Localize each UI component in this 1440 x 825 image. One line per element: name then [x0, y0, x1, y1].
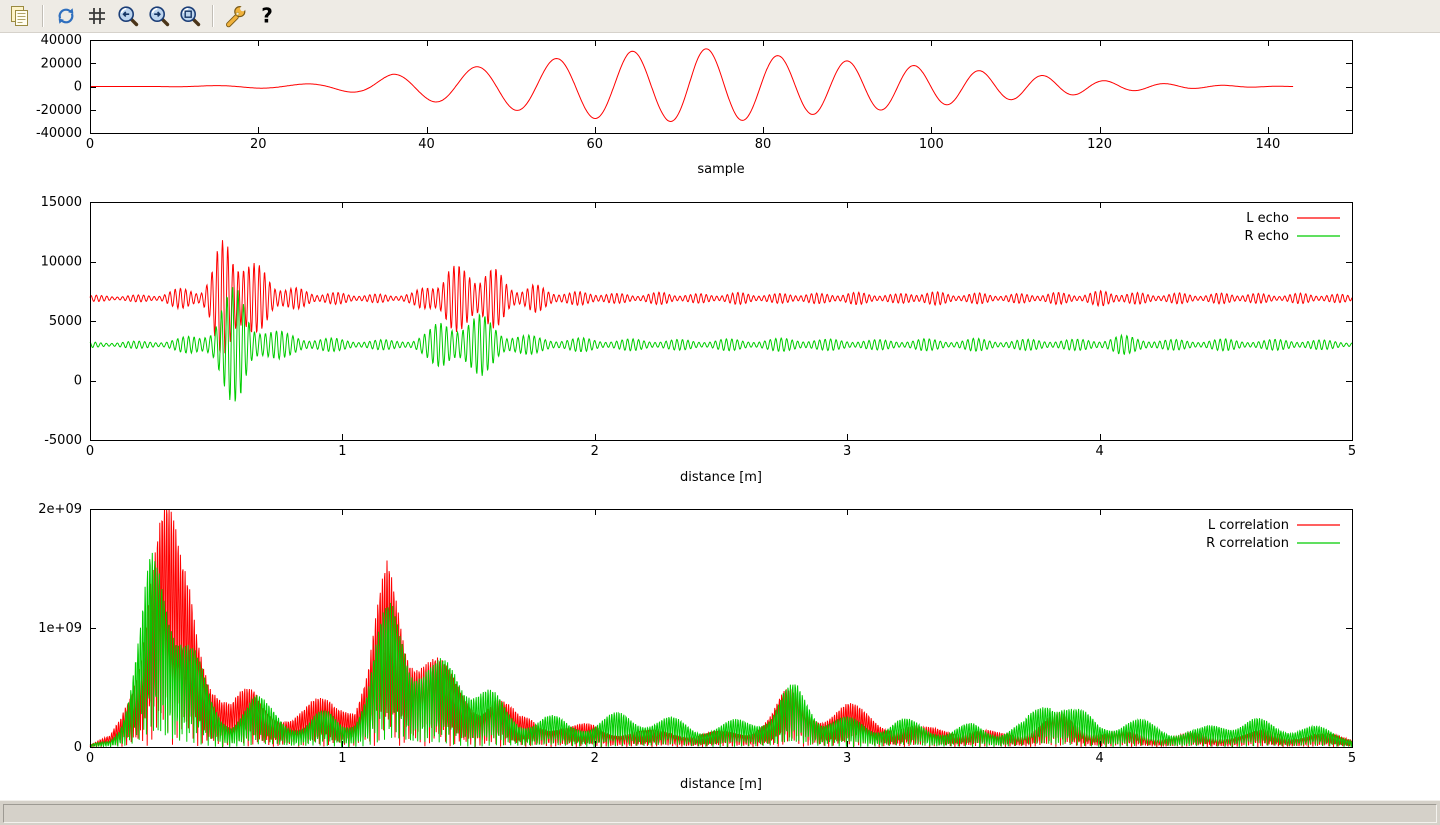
series-l-echo	[90, 240, 1352, 353]
autoscale-button[interactable]	[176, 2, 204, 30]
x-tick-label: 1	[338, 444, 346, 459]
plot-border	[91, 203, 1353, 441]
toolbar: ?	[0, 0, 1440, 33]
series-r-echo	[90, 287, 1352, 401]
x-tick-label: 2	[591, 444, 599, 459]
echo-chart[interactable]: 0 1 2 3 4 5 -5000 0 5000 10000 15000 distance [m] L …	[0, 191, 1440, 498]
configure-button[interactable]	[222, 2, 250, 30]
x-tick-label: 0	[86, 751, 94, 766]
wrench-icon	[224, 4, 248, 28]
autoscale-icon	[178, 4, 202, 28]
series-r-correlation	[90, 553, 1352, 747]
x-tick-label: 20	[250, 137, 267, 152]
x-tick-label: 100	[919, 137, 944, 152]
toolbar-separator	[212, 5, 214, 27]
svg-text:?: ?	[261, 4, 273, 28]
correlation-chart[interactable]: 0 1 2 3 4 5 0 1e+09 2e+09 distance [m] L correlati…	[0, 498, 1440, 800]
x-tick-label: 3	[843, 751, 851, 766]
replot-icon	[54, 4, 78, 28]
signal-chart[interactable]: 0 20 40 60 80 100 120 140 -40000 -20000 0 20000 4000…	[0, 33, 1440, 191]
x-tick-label: 5	[1348, 444, 1356, 459]
plot-border	[91, 510, 1353, 748]
y-tick-label: 1e+09	[38, 621, 82, 636]
x-tick-label: 5	[1348, 751, 1356, 766]
y-tick-label: 5000	[49, 314, 82, 329]
y-tick-label: 10000	[41, 255, 82, 270]
x-tick-label: 0	[86, 444, 94, 459]
x-tick-label: 2	[591, 751, 599, 766]
legend-label: R echo	[1244, 229, 1289, 244]
x-tick-label: 60	[587, 137, 604, 152]
legend-label: L echo	[1246, 211, 1289, 226]
x-tick-label: 3	[843, 444, 851, 459]
copy-to-clipboard-icon	[8, 4, 32, 28]
x-axis-label: distance [m]	[680, 777, 762, 792]
toolbar-separator	[42, 5, 44, 27]
y-tick-label: 40000	[41, 33, 82, 48]
series-l-correlation	[90, 509, 1352, 747]
x-tick-label: 140	[1255, 137, 1280, 152]
legend-label: R correlation	[1206, 536, 1289, 551]
toggle-grid-button[interactable]	[83, 2, 111, 30]
x-tick-label: 80	[755, 137, 772, 152]
y-tick-label: 0	[74, 374, 82, 389]
x-tick-label: 40	[418, 137, 435, 152]
statusbar	[0, 800, 1440, 825]
x-tick-label: 1	[338, 751, 346, 766]
y-tick-label: -20000	[36, 103, 82, 118]
y-tick-label: 2e+09	[38, 502, 82, 517]
help-button[interactable]: ?	[253, 2, 281, 30]
x-axis-label: sample	[697, 162, 744, 177]
x-tick-label: 120	[1087, 137, 1112, 152]
y-tick-label: 20000	[41, 56, 82, 71]
zoom-previous-icon	[116, 4, 140, 28]
zoom-previous-button[interactable]	[114, 2, 142, 30]
y-tick-label: 0	[74, 80, 82, 95]
x-axis-label: distance [m]	[680, 470, 762, 485]
statusbar-field	[3, 804, 1437, 823]
y-tick-label: 0	[74, 740, 82, 755]
legend-label: L correlation	[1208, 518, 1289, 533]
replot-button[interactable]	[52, 2, 80, 30]
zoom-next-icon	[147, 4, 171, 28]
grid-icon	[85, 4, 109, 28]
y-tick-label: 15000	[41, 195, 82, 210]
x-tick-label: 4	[1095, 444, 1103, 459]
y-tick-label: -40000	[36, 126, 82, 141]
zoom-next-button[interactable]	[145, 2, 173, 30]
copy-to-clipboard-button[interactable]	[6, 2, 34, 30]
gnuplot-window: ? 020406080100120140-40000-2000002000040…	[0, 0, 1440, 825]
x-tick-label: 0	[86, 137, 94, 152]
y-tick-label: -5000	[44, 433, 82, 448]
x-tick-label: 4	[1095, 751, 1103, 766]
series-signal	[90, 49, 1293, 122]
plot-area: 020406080100120140-40000-200000200004000…	[0, 33, 1440, 800]
help-icon: ?	[255, 4, 279, 28]
